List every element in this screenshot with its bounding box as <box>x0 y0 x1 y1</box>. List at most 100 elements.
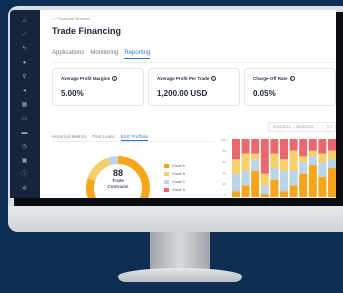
subtab-past-loans[interactable]: Past Loans <box>92 134 115 141</box>
lock-icon[interactable]: ▣ <box>20 158 29 165</box>
subtabs-divider <box>52 141 214 142</box>
monitor-stand-neck <box>150 232 210 270</box>
tab-reporting[interactable]: Reporting <box>124 50 151 59</box>
legend-swatch <box>164 164 169 168</box>
donut-label-2: Contracts <box>107 184 129 189</box>
stacked-bar-chart <box>232 139 336 197</box>
info-icon[interactable]: ⓘ <box>20 172 29 179</box>
y-tick-label: 0 <box>224 193 226 197</box>
date-range-picker[interactable]: 01/01/2022 → 06/06/2022 ▭ <box>268 122 336 132</box>
subtab-esg-portfolio[interactable]: ESG Portfolio <box>120 134 149 141</box>
legend-label: Grade A <box>172 164 185 168</box>
kpi-card-charge-off-rate: Charge-Off Rate i 0.05% <box>244 68 336 106</box>
donut-legend: Grade A Grade B Grade C Grade D <box>164 162 185 194</box>
date-range-text: 01/01/2022 → 06/06/2022 <box>273 125 314 129</box>
page-title: Trade Financing <box>52 26 122 36</box>
bar-segment <box>299 156 308 163</box>
bar-segment <box>241 170 250 186</box>
legend-swatch <box>164 188 169 192</box>
bar-segment <box>280 159 288 171</box>
bar-segment <box>251 170 260 197</box>
info-icon[interactable]: i <box>289 76 295 82</box>
bar-segment <box>270 139 279 154</box>
legend-item: Grade D <box>164 186 185 194</box>
legend-swatch <box>164 172 169 176</box>
legend-label: Grade C <box>172 180 186 184</box>
bar-segment <box>280 139 288 160</box>
donut-slice-grade-c <box>108 156 119 166</box>
tabs-divider <box>52 62 336 63</box>
y-tick-label: 60 <box>222 160 226 164</box>
search-icon[interactable]: ⚲ <box>20 74 29 81</box>
bar-segment <box>251 139 260 154</box>
gear-icon[interactable]: ✲ <box>20 186 29 193</box>
bar-segment <box>251 159 260 171</box>
bar-segment <box>289 139 298 151</box>
bar-segment <box>280 191 288 197</box>
y-tick-label: 40 <box>222 171 226 175</box>
kpi-label: Average Profit Per Trade <box>157 76 210 81</box>
kpi-value: 1,200.00 USD <box>157 89 208 98</box>
bar-segment <box>308 139 317 151</box>
legend-item: Grade A <box>164 162 185 170</box>
bar-segment <box>270 179 279 197</box>
subtab-historical-metrics[interactable]: Historical Metrics <box>52 134 86 141</box>
y-tick-label: 20 <box>222 182 226 186</box>
bar-segment <box>241 139 250 154</box>
bar-segment <box>318 139 327 154</box>
sidebar: ⌂ ⟋ ϟ ● ⚲ ◂ ▦ ▭ ▬ ◷ ▣ ⓘ ✲ <box>10 10 40 198</box>
donut-total: 88 <box>112 168 123 178</box>
legend-label: Grade D <box>172 188 186 192</box>
bar-segment <box>241 153 250 171</box>
bar-segment <box>251 153 260 160</box>
bar-segment <box>299 173 308 197</box>
info-icon[interactable]: i <box>112 76 118 82</box>
bar-segment <box>299 162 308 174</box>
bar-segment <box>318 162 327 177</box>
bar-segment <box>289 185 298 197</box>
tab-monitoring[interactable]: Monitoring <box>90 50 118 59</box>
clock-icon[interactable]: ◷ <box>20 144 29 151</box>
legend-swatch <box>164 180 169 184</box>
bar-segment <box>289 150 298 171</box>
bar-segment <box>328 159 336 168</box>
kpi-card-profit-margins: Average Profit Margins i 5.00% <box>52 68 144 106</box>
chart-icon[interactable]: ⟋ <box>20 32 29 39</box>
tab-applications[interactable]: Applications <box>52 50 84 59</box>
bar-segment <box>308 165 317 197</box>
bar-segment <box>308 156 317 166</box>
grid-icon[interactable]: ▦ <box>20 102 29 109</box>
bar-segment <box>232 191 240 197</box>
kpi-card-profit-per-trade: Average Profit Per Trade i 1,200.00 USD <box>148 68 240 106</box>
bar-segment <box>232 159 240 174</box>
monitor-chin <box>8 206 343 232</box>
monitor-stand-base <box>118 268 242 282</box>
bar-segment <box>260 139 269 174</box>
bar-segment <box>232 139 240 160</box>
bar-segment <box>289 170 298 186</box>
bar-segment <box>318 176 327 197</box>
app-screen: ⌂ ⟋ ϟ ● ⚲ ◂ ▦ ▭ ▬ ◷ ▣ ⓘ ✲ ⌂ / Financial … <box>10 10 336 198</box>
bar-segment <box>260 185 269 195</box>
info-icon[interactable]: i <box>211 76 217 82</box>
user-icon[interactable]: ● <box>20 60 29 67</box>
calendar-icon[interactable]: ▭ <box>20 116 29 123</box>
legend-item: Grade B <box>164 170 185 178</box>
bar-segment <box>270 168 279 180</box>
bar-segment <box>232 173 240 192</box>
main-content: ⌂ / Financial Services Trade Financing A… <box>40 10 336 198</box>
bar-segment <box>328 139 336 151</box>
megaphone-icon[interactable]: ◂ <box>20 88 29 95</box>
sub-tabs: Historical Metrics Past Loans ESG Portfo… <box>52 134 149 141</box>
bar-segment <box>308 150 317 157</box>
main-tabs: Applications Monitoring Reporting <box>52 50 151 59</box>
bar-segment <box>280 170 288 192</box>
bolt-icon[interactable]: ϟ <box>20 46 29 53</box>
legend-item: Grade C <box>164 178 185 186</box>
calendar-icon: ▭ <box>327 124 332 130</box>
breadcrumb[interactable]: ⌂ / Financial Services <box>52 16 90 21</box>
card-icon[interactable]: ▬ <box>20 130 29 137</box>
home-icon[interactable]: ⌂ <box>20 18 29 25</box>
kpi-label: Average Profit Margins <box>61 76 111 81</box>
bar-segment <box>299 139 308 157</box>
